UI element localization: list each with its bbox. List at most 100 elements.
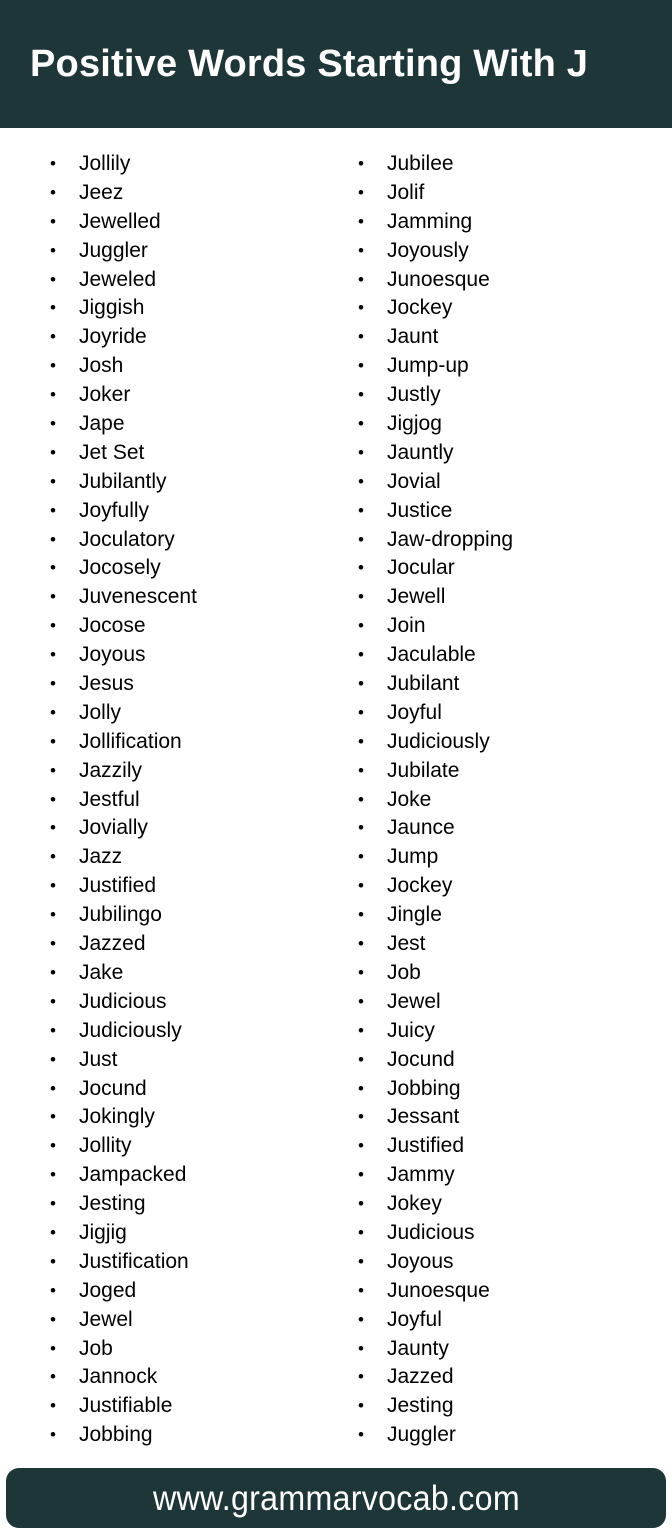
list-item: • Jesting bbox=[352, 1392, 672, 1421]
list-item: • Jazzed bbox=[44, 930, 340, 959]
website-url: www.grammarvocab.com bbox=[152, 1478, 520, 1518]
word-label: Jokey bbox=[387, 1192, 442, 1216]
bullet-icon: • bbox=[358, 1309, 364, 1329]
bullet-icon: • bbox=[358, 1049, 364, 1069]
list-item: • Joyously bbox=[352, 237, 672, 266]
word-label: Joged bbox=[79, 1278, 137, 1302]
list-item: • Jaunt bbox=[352, 323, 672, 352]
bullet-icon: • bbox=[358, 240, 364, 260]
list-item: • Jeez bbox=[44, 179, 340, 208]
page-title: Positive Words Starting With J bbox=[30, 43, 589, 85]
word-label: Jaw-dropping bbox=[387, 527, 514, 551]
bullet-icon: • bbox=[358, 211, 364, 231]
bullet-icon: • bbox=[50, 991, 56, 1011]
list-item: • Jubilant bbox=[352, 670, 672, 699]
bullet-icon: • bbox=[50, 1367, 56, 1387]
list-item: • Jigjig bbox=[44, 1219, 340, 1248]
list-item: • Jewelled bbox=[44, 208, 340, 237]
list-item: • Joyfully bbox=[44, 497, 340, 526]
bullet-icon: • bbox=[50, 876, 56, 896]
bullet-icon: • bbox=[358, 1367, 364, 1387]
list-item: • Joker bbox=[44, 381, 340, 410]
word-label: Jubilee bbox=[387, 152, 454, 175]
list-item: • Justified bbox=[44, 872, 340, 901]
word-label: Jammy bbox=[387, 1163, 455, 1187]
bullet-icon: • bbox=[358, 905, 364, 925]
footer-bar: www.grammarvocab.com bbox=[6, 1468, 666, 1528]
bullet-icon: • bbox=[50, 818, 56, 838]
bullet-icon: • bbox=[358, 731, 364, 751]
bullet-icon: • bbox=[50, 414, 56, 434]
list-item: • Justified bbox=[352, 1132, 672, 1161]
list-item: • Judiciously bbox=[44, 1017, 340, 1046]
word-label: Jovial bbox=[387, 469, 441, 493]
word-label: Jigjog bbox=[387, 412, 442, 436]
word-label: Jolif bbox=[387, 180, 425, 204]
list-item: • Jolly bbox=[44, 699, 340, 728]
list-item: • Jaw-dropping bbox=[352, 526, 672, 555]
word-label: Jubilingo bbox=[79, 903, 162, 927]
word-label: Jaunty bbox=[387, 1336, 449, 1360]
bullet-icon: • bbox=[358, 587, 364, 607]
bullet-icon: • bbox=[358, 414, 364, 434]
word-label: Jigjig bbox=[79, 1220, 127, 1244]
list-item: • Jubilantly bbox=[44, 468, 340, 497]
bullet-icon: • bbox=[50, 731, 56, 751]
list-item: • Jollily bbox=[44, 150, 340, 179]
bullet-icon: • bbox=[358, 1338, 364, 1358]
list-item: • Jocund bbox=[44, 1075, 340, 1104]
word-label: Jazzed bbox=[387, 1365, 454, 1389]
bullet-icon: • bbox=[358, 500, 364, 520]
bullet-icon: • bbox=[358, 876, 364, 896]
list-item: • Jaunty bbox=[352, 1335, 672, 1364]
word-label: Jauntly bbox=[387, 440, 454, 464]
list-item: • Joyful bbox=[352, 1306, 672, 1335]
bullet-icon: • bbox=[50, 1251, 56, 1271]
word-label: Jocosely bbox=[79, 556, 161, 580]
list-item: • Jump bbox=[352, 843, 672, 872]
bullet-icon: • bbox=[358, 298, 364, 318]
bullet-icon: • bbox=[358, 934, 364, 954]
bullet-icon: • bbox=[50, 905, 56, 925]
bullet-icon: • bbox=[358, 1396, 364, 1416]
word-label: Joculatory bbox=[79, 527, 175, 551]
word-label: Jesus bbox=[79, 672, 134, 696]
word-label: Justification bbox=[79, 1249, 189, 1273]
list-item: • Juggler bbox=[352, 1421, 672, 1450]
list-item: • Jocosely bbox=[44, 554, 340, 583]
bullet-icon: • bbox=[358, 1020, 364, 1040]
word-label: Jump-up bbox=[387, 354, 469, 378]
list-item: • Job bbox=[352, 959, 672, 988]
bullet-icon: • bbox=[50, 1049, 56, 1069]
bullet-icon: • bbox=[358, 1165, 364, 1185]
list-item: • Jape bbox=[44, 410, 340, 439]
list-item: • Jiggish bbox=[44, 294, 340, 323]
list-item: • Jamming bbox=[352, 208, 672, 237]
bullet-icon: • bbox=[50, 1309, 56, 1329]
list-item: • Judicious bbox=[352, 1219, 672, 1248]
list-item: • Jockey bbox=[352, 872, 672, 901]
bullet-icon: • bbox=[358, 674, 364, 694]
list-item: • Job bbox=[44, 1335, 340, 1364]
list-item: • Jestful bbox=[44, 786, 340, 815]
word-label: Justifiable bbox=[79, 1394, 173, 1418]
word-label: Joyful bbox=[387, 700, 442, 724]
list-item: • Jubilee bbox=[352, 150, 672, 179]
word-label: Joyride bbox=[79, 325, 147, 349]
word-label: Judiciously bbox=[387, 729, 490, 753]
bullet-icon: • bbox=[50, 211, 56, 231]
list-item: • Juicy bbox=[352, 1017, 672, 1046]
list-item: • Jockey bbox=[352, 294, 672, 323]
word-label: Job bbox=[387, 960, 421, 984]
word-label: Jockey bbox=[387, 296, 453, 320]
word-label: Jamming bbox=[387, 209, 473, 233]
bullet-icon: • bbox=[50, 442, 56, 462]
list-item: • Jobbing bbox=[44, 1421, 340, 1450]
word-label: Job bbox=[79, 1336, 113, 1360]
word-label: Jewelled bbox=[79, 209, 161, 233]
list-item: • Justice bbox=[352, 497, 672, 526]
word-label: Juvenescent bbox=[79, 585, 197, 609]
list-item: • Jaunce bbox=[352, 814, 672, 843]
bullet-icon: • bbox=[50, 1078, 56, 1098]
word-label: Jannock bbox=[79, 1365, 158, 1389]
